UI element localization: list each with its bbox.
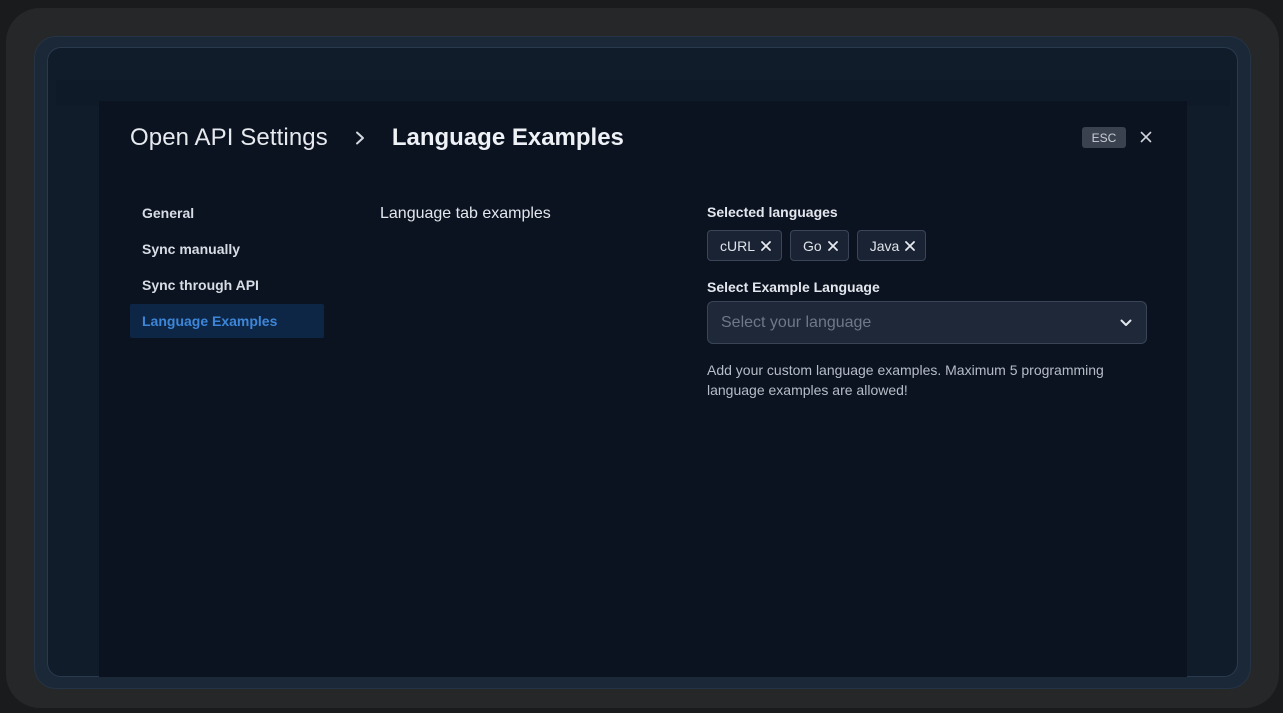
chevron-down-icon [1120,314,1132,332]
sidebar-item-language-examples[interactable]: Language Examples [130,304,324,338]
chip-label: Go [803,237,822,254]
select-language-label: Select Example Language [707,279,880,295]
language-chip-curl: cURL [707,230,783,261]
language-select[interactable]: Select your language [707,301,1147,344]
sidebar-item-sync-manually[interactable]: Sync manually [130,232,324,266]
section-title: Language tab examples [380,205,551,222]
sidebar-item-general[interactable]: General [130,196,324,230]
esc-key-hint: ESC [1082,127,1126,148]
language-chip-java: Java [856,230,927,261]
selected-languages-list: cURL Go Java [707,230,927,261]
chevron-right-icon [354,131,366,145]
chip-label: cURL [720,237,756,254]
close-icon[interactable] [1137,128,1155,146]
language-chip-go: Go [790,230,849,261]
sidebar-item-sync-through-api[interactable]: Sync through API [130,268,324,302]
selected-languages-label: Selected languages [707,204,838,220]
remove-icon[interactable] [827,240,838,251]
settings-sidebar: General Sync manually Sync through API L… [130,196,324,340]
language-select-placeholder: Select your language [721,313,872,331]
chip-label: Java [869,237,900,254]
breadcrumb: Open API Settings Language Examples [130,120,624,156]
help-text: Add your custom language examples. Maxim… [707,362,1104,398]
breadcrumb-root[interactable]: Open API Settings [130,124,328,152]
page-title: Language Examples [391,124,624,151]
remove-icon[interactable] [905,240,916,251]
remove-icon[interactable] [761,240,771,251]
